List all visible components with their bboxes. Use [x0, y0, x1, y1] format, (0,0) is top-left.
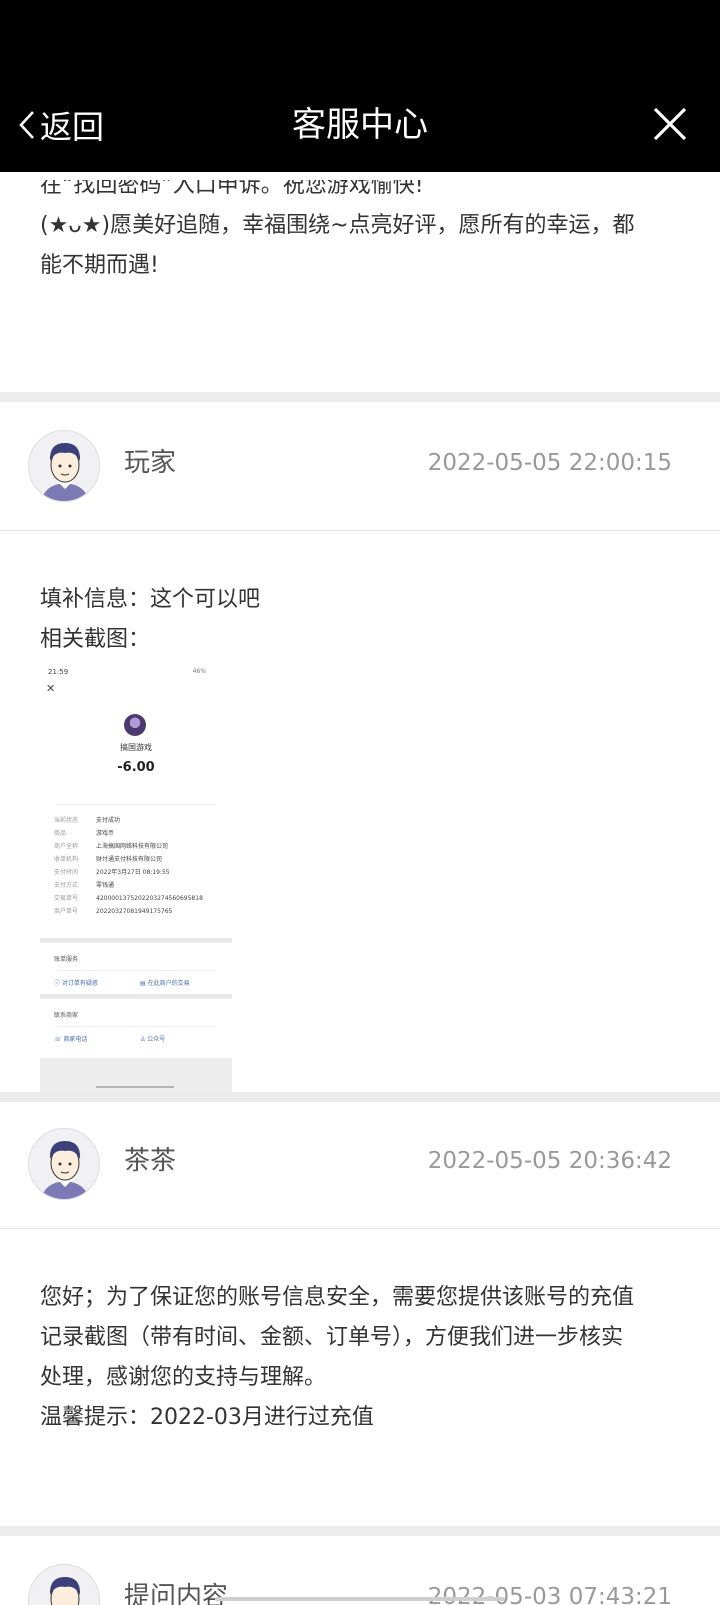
- row-value: 20220327081949175765: [96, 908, 173, 915]
- section-label: 账单服务: [54, 956, 79, 963]
- message-line: 在“找回密码”入口申诉。祝您游戏愉快!: [40, 180, 424, 198]
- message-time: 2022-05-03 07:43:21: [427, 1584, 672, 1605]
- home-indicator: [96, 1086, 174, 1088]
- link-label: 对订单有疑惑: [61, 980, 98, 987]
- sender-name: 茶茶: [124, 1146, 177, 1176]
- payment-amount: -6.00: [117, 760, 155, 775]
- receipt-link: ▤ 在此商户的交易: [140, 980, 190, 987]
- status-battery: 46%: [192, 668, 206, 675]
- close-icon[interactable]: [652, 106, 688, 142]
- row-key: 交易单号: [54, 895, 79, 902]
- avatar: [28, 430, 100, 502]
- avatar: [28, 1128, 100, 1200]
- message-header: 茶茶 2022-05-05 20:36:42: [0, 1112, 720, 1232]
- divider: [40, 994, 232, 999]
- receipt-row: 交易单号 4200001375202203274560695818: [54, 892, 224, 905]
- receipt-link: ☏ 商家电话: [54, 1036, 88, 1043]
- section-divider: [0, 392, 720, 402]
- divider: [0, 530, 720, 531]
- sender-name: 玩家: [124, 448, 177, 478]
- link-label: 在此商户的交易: [147, 980, 190, 987]
- merchant-name: 搞国游戏: [120, 743, 152, 752]
- message-line: 能不期而遇!: [40, 253, 159, 278]
- divider: [56, 970, 216, 971]
- sender-name: 提问内容: [124, 1582, 229, 1605]
- section-divider: [0, 1526, 720, 1536]
- row-key: 商品: [54, 830, 67, 837]
- row-key: 支付方式: [54, 882, 79, 889]
- divider: [56, 1026, 216, 1027]
- divider: [40, 938, 232, 943]
- receipt-row: 商户单号 20220327081949175765: [54, 905, 224, 918]
- row-key: 当前状态: [54, 817, 79, 824]
- row-key: 商户全称: [54, 843, 79, 850]
- receipt-row: 支付方式 零钱通: [54, 879, 224, 892]
- divider: [0, 1228, 720, 1229]
- message-line: 您好；为了保证您的账号信息安全，需要您提供该账号的充值: [40, 1285, 635, 1310]
- divider: [56, 804, 216, 805]
- receipt-row: 商户全称 上海搞国网络科技有限公司: [54, 840, 224, 853]
- close-icon: ✕: [46, 682, 56, 695]
- message-time: 2022-05-05 22:00:15: [427, 450, 672, 476]
- section-divider: [0, 1092, 720, 1102]
- message-body: 填补信息：这个可以吧 相关截图：: [0, 580, 720, 660]
- row-value: 零钱通: [96, 882, 115, 889]
- receipt-row: 商品 游戏币: [54, 827, 224, 840]
- row-value: 上海搞国网络科技有限公司: [96, 843, 169, 850]
- row-value: 4200001375202203274560695818: [96, 895, 203, 902]
- row-key: 收单机构: [54, 856, 79, 863]
- row-value: 2022年3月27日 08:19:55: [96, 869, 170, 876]
- receipt-link: ⓘ 对订单有疑惑: [54, 980, 98, 987]
- receipt-row: 当前状态 支付成功: [54, 814, 224, 827]
- message-line: 填补信息：这个可以吧: [40, 587, 261, 612]
- row-value: 支付成功: [96, 817, 121, 824]
- message-line: 记录截图（带有时间、金额、订单号），方便我们进一步核实: [40, 1325, 624, 1350]
- message-line: 处理，感谢您的支持与理解。: [40, 1365, 327, 1390]
- link-label: 商家电话: [63, 1036, 88, 1043]
- merchant-logo: [124, 714, 146, 736]
- message-line: 温馨提示：2022-03月进行过充值: [40, 1405, 374, 1430]
- row-value: 财付通支付科技有限公司: [96, 856, 163, 863]
- status-time: 21:59: [48, 668, 69, 676]
- section-label: 联系商家: [54, 1012, 79, 1019]
- receipt-details: 当前状态 支付成功 商品 游戏币 商户全称 上海搞国网络科技有限公司 收单机构 财付通支…: [54, 814, 224, 918]
- receipt-row: 支付时间 2022年3月27日 08:19:55: [54, 866, 224, 879]
- message-line: 相关截图：: [40, 627, 151, 652]
- message-body: 您好；为了保证您的账号信息安全，需要您提供该账号的充值 记录截图（带有时间、金额…: [0, 1278, 720, 1438]
- page-title: 客服中心: [292, 105, 428, 145]
- message-header: 玩家 2022-05-05 22:00:15: [0, 414, 720, 534]
- message-time: 2022-05-05 20:36:42: [427, 1148, 672, 1174]
- message-line: (★ᴗ★)愿美好追随，幸福围绕~点亮好评，愿所有的幸运，都: [40, 213, 635, 238]
- previous-reply-body: 在“找回密码”入口申诉。祝您游戏愉快! (★ᴗ★)愿美好追随，幸福围绕~点亮好评…: [0, 180, 720, 390]
- scroll-indicator: [215, 1597, 505, 1601]
- attached-screenshot[interactable]: 21:59 46% ✕ 搞国游戏 -6.00 当前状态 支付成功 商品 游戏币 商户…: [40, 664, 232, 1092]
- avatar: [28, 1564, 100, 1605]
- receipt-link: ♙ 公众号: [140, 1036, 166, 1043]
- row-value: 游戏币: [96, 830, 115, 837]
- receipt-row: 收单机构 财付通支付科技有限公司: [54, 853, 224, 866]
- top-nav-bar: 返回 客服中心: [0, 0, 720, 172]
- row-key: 商户单号: [54, 908, 79, 915]
- row-key: 支付时间: [54, 869, 79, 876]
- link-label: 公众号: [147, 1036, 166, 1043]
